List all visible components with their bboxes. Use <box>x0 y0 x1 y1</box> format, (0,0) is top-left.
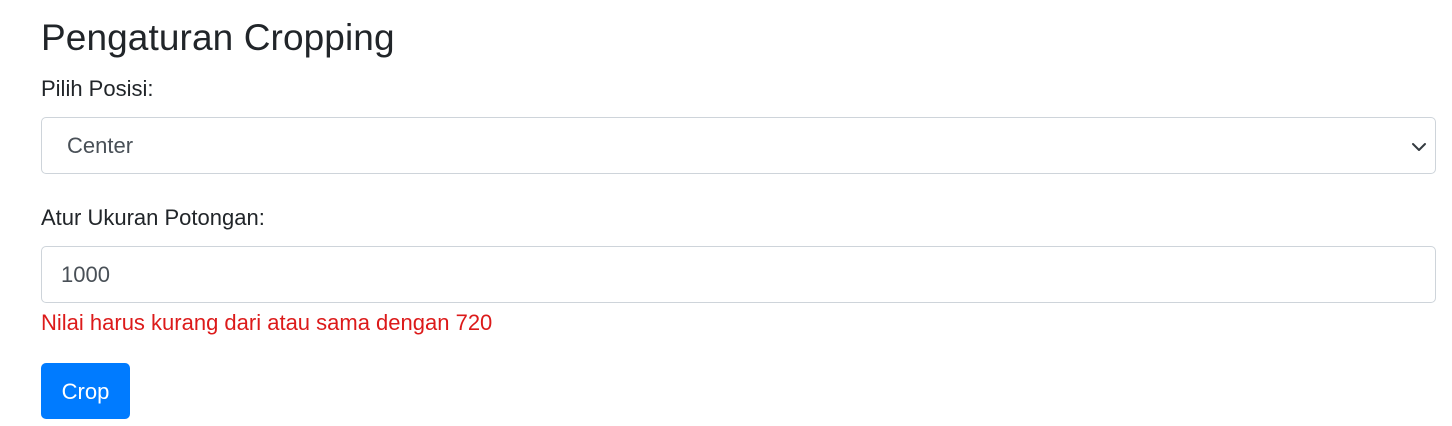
page-title: Pengaturan Cropping <box>41 17 395 58</box>
cropping-settings-form: Pengaturan Cropping Pilih Posisi: Center… <box>0 0 1452 426</box>
position-label: Pilih Posisi: <box>41 76 154 101</box>
position-select[interactable]: Center <box>41 117 1436 174</box>
crop-button[interactable]: Crop <box>41 363 130 419</box>
chevron-down-icon <box>1412 143 1426 151</box>
crop-size-input[interactable]: 1000 <box>41 246 1436 303</box>
crop-size-input-value: 1000 <box>61 262 110 287</box>
validation-error-message: Nilai harus kurang dari atau sama dengan… <box>41 310 493 335</box>
crop-size-label: Atur Ukuran Potongan: <box>41 205 265 230</box>
position-select-value: Center <box>67 133 134 158</box>
